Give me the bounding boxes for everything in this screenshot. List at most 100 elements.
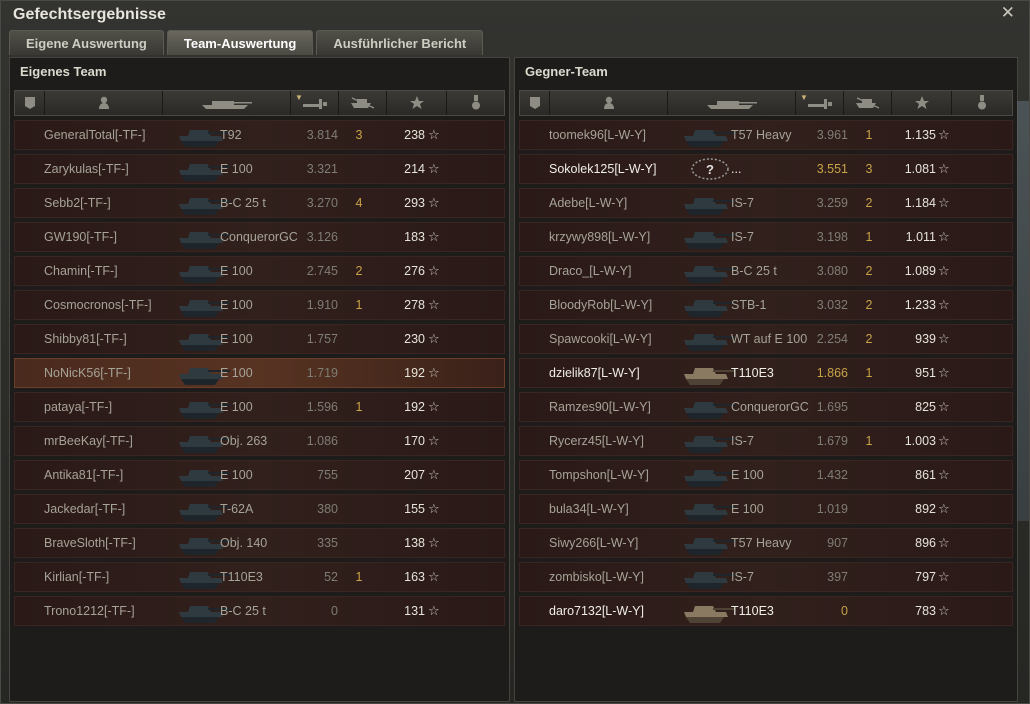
- damage-value: 3.270: [306, 196, 338, 210]
- rank-sort-icon[interactable]: [520, 91, 550, 115]
- player-sort-icon[interactable]: [550, 91, 668, 115]
- kills-value: 1: [865, 366, 873, 380]
- damage-value: 1.086: [306, 434, 338, 448]
- player-name[interactable]: toomek96[L-W-Y]: [549, 128, 684, 142]
- tank-icon: [680, 258, 736, 286]
- player-name[interactable]: Sebb2[-TF-]: [44, 196, 179, 210]
- achievements-sort-icon[interactable]: [447, 91, 504, 115]
- player-name[interactable]: NoNicK56[-TF-]: [44, 366, 179, 380]
- sort-indicator-icon: ▼: [800, 93, 808, 102]
- kills-sort-icon[interactable]: [339, 91, 387, 115]
- player-row[interactable]: bula34[L-W-Y] E 100 1.019 892 ☆: [519, 494, 1013, 524]
- xp-value: 155: [404, 502, 425, 516]
- player-row[interactable]: Zarykulas[-TF-] E 100 3.321 214 ☆: [14, 154, 505, 184]
- player-row[interactable]: NoNicK56[-TF-] E 100 1.719 192 ☆: [14, 358, 505, 388]
- player-row[interactable]: Ramzes90[L-W-Y] ConquerorGC 1.695 825 ☆: [519, 392, 1013, 422]
- tab-eigene-auswertung[interactable]: Eigene Auswertung: [9, 30, 164, 55]
- player-name[interactable]: BloodyRob[L-W-Y]: [549, 298, 684, 312]
- tab-bar: Eigene Auswertung Team-Auswertung Ausfüh…: [9, 30, 486, 55]
- player-row[interactable]: GW190[-TF-] ConquerorGC 3.126 183 ☆: [14, 222, 505, 252]
- player-name[interactable]: Rycerz45[L-W-Y]: [549, 434, 684, 448]
- player-row[interactable]: dzielik87[L-W-Y] T110E3 1.866 1 951 ☆: [519, 358, 1013, 388]
- player-row[interactable]: zombisko[L-W-Y] IS-7 397 797 ☆: [519, 562, 1013, 592]
- player-name[interactable]: Zarykulas[-TF-]: [44, 162, 179, 176]
- player-row[interactable]: Rycerz45[L-W-Y] IS-7 1.679 1 1.003 ☆: [519, 426, 1013, 456]
- tab-team-auswertung[interactable]: Team-Auswertung: [166, 30, 314, 55]
- player-sort-icon[interactable]: [45, 91, 163, 115]
- player-row[interactable]: Sokolek125[L-W-Y]?... 3.551 3 1.081 ☆: [519, 154, 1013, 184]
- player-name[interactable]: Adebe[L-W-Y]: [549, 196, 684, 210]
- player-name[interactable]: Siwy266[L-W-Y]: [549, 536, 684, 550]
- player-row[interactable]: pataya[-TF-] E 100 1.596 1 192 ☆: [14, 392, 505, 422]
- player-name[interactable]: Cosmocronos[-TF-]: [44, 298, 179, 312]
- player-name[interactable]: BraveSloth[-TF-]: [44, 536, 179, 550]
- xp-value: 183: [404, 230, 425, 244]
- player-row[interactable]: Spawcooki[L-W-Y] WT auf E 100 2.254 2 939 ☆: [519, 324, 1013, 354]
- xp-sort-icon[interactable]: [387, 91, 447, 115]
- player-name[interactable]: Shibby81[-TF-]: [44, 332, 179, 346]
- kills-value: 1: [865, 230, 873, 244]
- damage-value: 3.032: [816, 298, 848, 312]
- star-icon: ☆: [428, 127, 440, 142]
- player-row[interactable]: Siwy266[L-W-Y] T57 Heavy 907 896 ☆: [519, 528, 1013, 558]
- player-name[interactable]: Ramzes90[L-W-Y]: [549, 400, 684, 414]
- player-row[interactable]: Shibby81[-TF-] E 100 1.757 230 ☆: [14, 324, 505, 354]
- player-row[interactable]: toomek96[L-W-Y] T57 Heavy 3.961 1 1.135 ☆: [519, 120, 1013, 150]
- player-row[interactable]: Cosmocronos[-TF-] E 100 1.910 1 278 ☆: [14, 290, 505, 320]
- player-name[interactable]: Sokolek125[L-W-Y]: [549, 162, 684, 176]
- xp-value: 1.184: [904, 196, 936, 210]
- kills-sort-icon[interactable]: [844, 91, 892, 115]
- player-name[interactable]: mrBeeKay[-TF-]: [44, 434, 179, 448]
- close-icon[interactable]: ✕: [1001, 3, 1015, 23]
- xp-value: 896: [915, 536, 936, 550]
- player-row[interactable]: Trono1212[-TF-] B-C 25 t 0 131 ☆: [14, 596, 505, 626]
- player-row[interactable]: Sebb2[-TF-] B-C 25 t 3.270 4 293 ☆: [14, 188, 505, 218]
- player-name[interactable]: GeneralTotal[-TF-]: [44, 128, 179, 142]
- player-row[interactable]: BloodyRob[L-W-Y] STB-1 3.032 2 1.233 ☆: [519, 290, 1013, 320]
- star-icon: ☆: [428, 365, 440, 380]
- player-name[interactable]: daro7132[L-W-Y]: [549, 604, 684, 618]
- player-row[interactable]: BraveSloth[-TF-] Obj. 140 335 138 ☆: [14, 528, 505, 558]
- player-row[interactable]: daro7132[L-W-Y] T110E3 0 783 ☆: [519, 596, 1013, 626]
- player-row[interactable]: Draco_[L-W-Y] B-C 25 t 3.080 2 1.089 ☆: [519, 256, 1013, 286]
- star-icon: ☆: [428, 229, 440, 244]
- player-row[interactable]: Chamin[-TF-] E 100 2.745 2 276 ☆: [14, 256, 505, 286]
- player-row[interactable]: Jackedar[-TF-] T-62A 380 155 ☆: [14, 494, 505, 524]
- tank-sort-icon[interactable]: [668, 91, 796, 115]
- rank-sort-icon[interactable]: [15, 91, 45, 115]
- player-name[interactable]: Draco_[L-W-Y]: [549, 264, 684, 278]
- damage-sort-icon[interactable]: ▼: [796, 91, 844, 115]
- player-name[interactable]: zombisko[L-W-Y]: [549, 570, 684, 584]
- player-name[interactable]: Chamin[-TF-]: [44, 264, 179, 278]
- player-row[interactable]: Antika81[-TF-] E 100 755 207 ☆: [14, 460, 505, 490]
- player-row[interactable]: GeneralTotal[-TF-] T92 3.814 3 238 ☆: [14, 120, 505, 150]
- player-name[interactable]: Trono1212[-TF-]: [44, 604, 179, 618]
- player-name[interactable]: Tompshon[L-W-Y]: [549, 468, 684, 482]
- damage-value: 1.695: [816, 400, 848, 414]
- tank-sort-icon[interactable]: [163, 91, 291, 115]
- player-row[interactable]: krzywy898[L-W-Y] IS-7 3.198 1 1.011 ☆: [519, 222, 1013, 252]
- xp-value: 230: [404, 332, 425, 346]
- player-name[interactable]: pataya[-TF-]: [44, 400, 179, 414]
- player-row[interactable]: Kirlian[-TF-] T110E3 52 1 163 ☆: [14, 562, 505, 592]
- xp-value: 163: [404, 570, 425, 584]
- player-name[interactable]: Jackedar[-TF-]: [44, 502, 179, 516]
- player-name[interactable]: bula34[L-W-Y]: [549, 502, 684, 516]
- xp-sort-icon[interactable]: [892, 91, 952, 115]
- player-name[interactable]: GW190[-TF-]: [44, 230, 179, 244]
- xp-value: 797: [915, 570, 936, 584]
- player-name[interactable]: krzywy898[L-W-Y]: [549, 230, 684, 244]
- xp-value: 278: [404, 298, 425, 312]
- tab-ausfuehrlicher-bericht[interactable]: Ausführlicher Bericht: [316, 30, 484, 55]
- star-icon: ☆: [938, 229, 950, 244]
- player-row[interactable]: Adebe[L-W-Y] IS-7 3.259 2 1.184 ☆: [519, 188, 1013, 218]
- player-name[interactable]: Kirlian[-TF-]: [44, 570, 179, 584]
- damage-sort-icon[interactable]: ▼: [291, 91, 339, 115]
- player-row[interactable]: Tompshon[L-W-Y] E 100 1.432 861 ☆: [519, 460, 1013, 490]
- player-name[interactable]: Spawcooki[L-W-Y]: [549, 332, 684, 346]
- player-row[interactable]: mrBeeKay[-TF-] Obj. 263 1.086 170 ☆: [14, 426, 505, 456]
- player-name[interactable]: Antika81[-TF-]: [44, 468, 179, 482]
- player-name[interactable]: dzielik87[L-W-Y]: [549, 366, 684, 380]
- damage-value: 2.254: [816, 332, 848, 346]
- achievements-sort-icon[interactable]: [952, 91, 1012, 115]
